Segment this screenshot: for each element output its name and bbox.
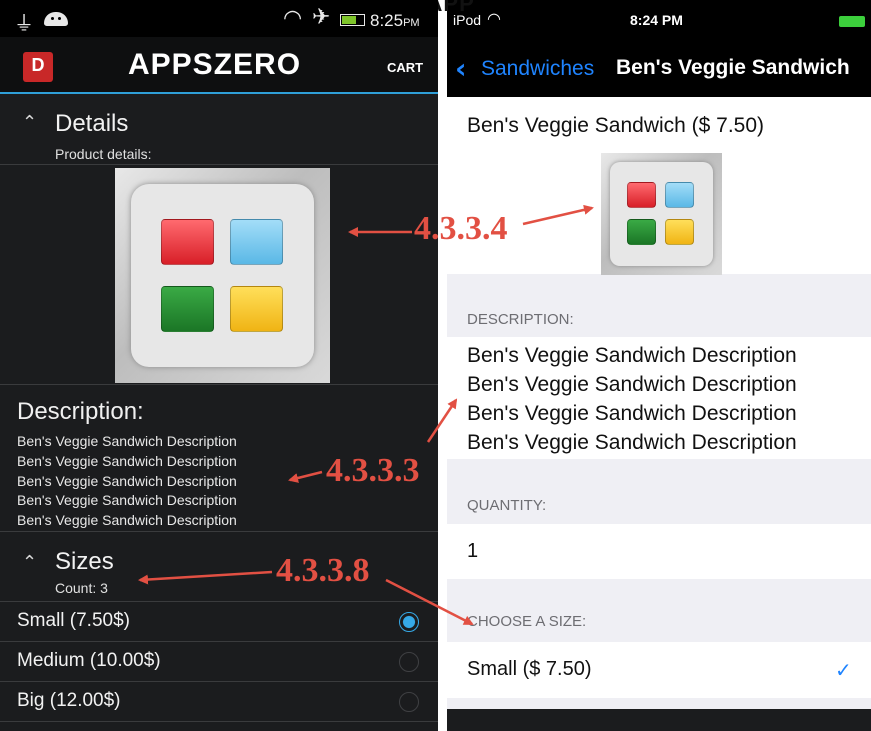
ios-clock: 8:24 PM — [630, 12, 683, 28]
description-line: Ben's Veggie Sandwich Description — [467, 373, 797, 396]
app-logo[interactable]: D — [23, 52, 53, 82]
description-line: Ben's Veggie Sandwich Description — [467, 344, 797, 367]
red-square — [161, 219, 214, 265]
size-option-label: Small (7.50$) — [17, 610, 130, 631]
description-line: Ben's Veggie Sandwich Description — [17, 492, 237, 508]
android-clock: 8:25PM — [370, 11, 420, 30]
product-image — [115, 168, 330, 383]
size-header: CHOOSE A SIZE: — [467, 613, 587, 630]
description-line: Ben's Veggie Sandwich Description — [467, 431, 797, 454]
divider — [0, 384, 438, 385]
description-line: Ben's Veggie Sandwich Description — [17, 512, 237, 528]
app-icon-tile — [131, 184, 314, 367]
wifi-icon: ◠ — [487, 9, 501, 28]
blue-square — [665, 182, 694, 208]
yellow-square — [665, 219, 694, 245]
description-title: Description: — [17, 398, 144, 425]
size-cell[interactable]: Small ($ 7.50) ✓ — [447, 642, 871, 698]
description-header: DESCRIPTION: — [467, 311, 574, 328]
size-value: Small ($ 7.50) — [467, 658, 592, 680]
battery-icon — [839, 16, 865, 27]
product-title: Ben's Veggie Sandwich ($ 7.50) — [467, 114, 765, 137]
sizes-section-header[interactable]: ⌃ Sizes Count: 3 — [0, 532, 438, 600]
description-line: Ben's Veggie Sandwich Description — [17, 453, 237, 469]
green-square — [627, 219, 656, 245]
chevron-up-icon: ⌃ — [22, 112, 38, 133]
yellow-square — [230, 286, 283, 332]
radio-unselected-icon[interactable] — [399, 692, 419, 712]
details-subtitle: Product details: — [55, 146, 152, 162]
sizes-count: Count: 3 — [55, 580, 108, 596]
divider — [0, 721, 438, 722]
description-line: Ben's Veggie Sandwich Description — [467, 402, 797, 425]
bottom-bar — [447, 709, 871, 731]
radio-selected-icon[interactable] — [399, 612, 419, 632]
description-line: Ben's Veggie Sandwich Description — [17, 473, 237, 489]
airplane-icon: ✈ — [312, 5, 331, 30]
red-square — [627, 182, 656, 208]
size-option-label: Big (12.00$) — [17, 690, 121, 711]
size-option-small[interactable]: Small (7.50$) — [0, 602, 438, 642]
quantity-cell[interactable]: 1 — [447, 524, 871, 579]
radio-unselected-icon[interactable] — [399, 652, 419, 672]
details-title: Details — [55, 110, 129, 137]
size-option-medium[interactable]: Medium (10.00$) — [0, 642, 438, 682]
chevron-up-icon: ⌃ — [22, 552, 38, 573]
green-square — [161, 286, 214, 332]
checkmark-icon: ✓ — [835, 658, 852, 682]
details-section-header[interactable]: ⌃ Details Product details: — [0, 96, 438, 164]
sizes-title: Sizes — [55, 548, 114, 575]
ios-screen: iPod ◠ 8:24 PM ‹ Sandwiches Ben's Veggie… — [447, 0, 871, 731]
ios-navigation-bar: ‹ Sandwiches Ben's Veggie Sandwich — [447, 41, 871, 97]
android-status-bar: ⏚ ◠ ✈ 8:25PM — [0, 0, 438, 37]
quantity-header: QUANTITY: — [467, 497, 547, 514]
nav-title: Ben's Veggie Sandwich — [616, 56, 850, 79]
size-option-label: Medium (10.00$) — [17, 650, 161, 671]
chevron-left-icon: ‹ — [455, 52, 467, 85]
description-cell: Ben's Veggie Sandwich Description Ben's … — [447, 337, 871, 459]
app-icon-tile — [610, 162, 713, 266]
wifi-icon: ◠ — [283, 6, 303, 31]
description-line: Ben's Veggie Sandwich Description — [17, 433, 237, 449]
usb-icon: ⏚ — [14, 11, 34, 35]
quantity-value[interactable]: 1 — [467, 540, 478, 563]
cart-button[interactable]: CART — [387, 60, 423, 75]
blue-square — [230, 219, 283, 265]
android-icon — [44, 12, 68, 26]
android-action-bar: D APPSZERO CART — [0, 37, 438, 94]
android-screen: ⏚ ◠ ✈ 8:25PM D APPSZERO CART ⌃ Details P… — [0, 0, 438, 731]
back-label: Sandwiches — [481, 57, 595, 80]
product-image — [601, 153, 722, 275]
battery-icon — [340, 14, 365, 26]
size-option-big[interactable]: Big (12.00$) — [0, 682, 438, 722]
product-cell: Ben's Veggie Sandwich ($ 7.50) — [447, 97, 871, 275]
divider — [0, 164, 438, 165]
app-title: APPSZERO — [128, 48, 302, 81]
